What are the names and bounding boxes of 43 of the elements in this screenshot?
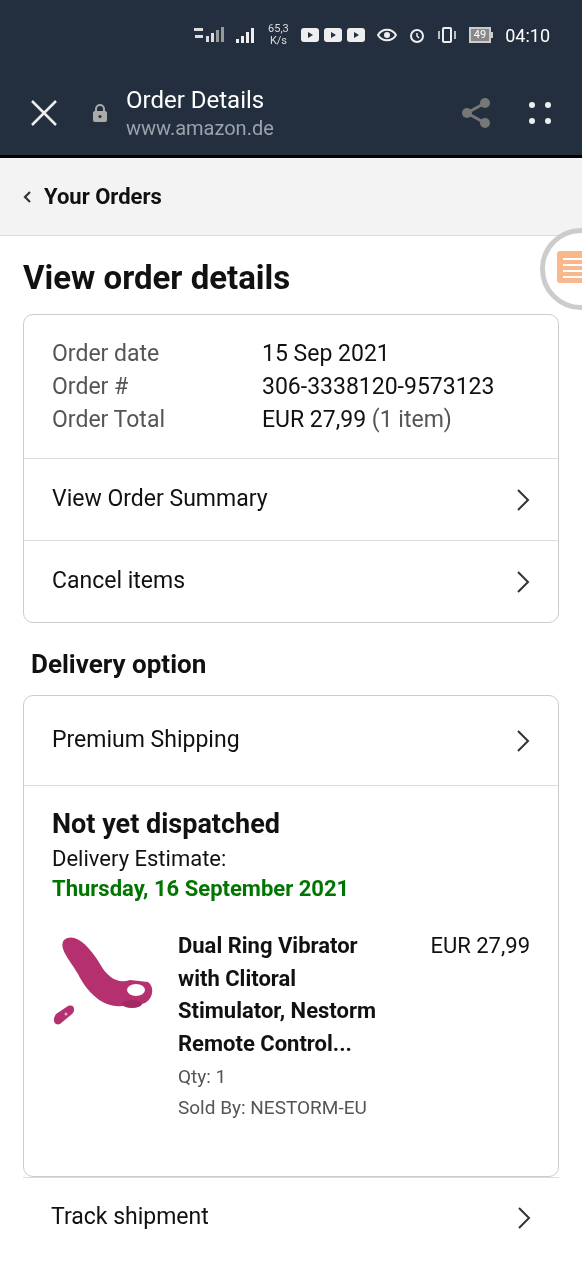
play-icon (323, 28, 342, 42)
close-icon[interactable] (30, 98, 58, 127)
order-link-row[interactable]: View Order Summary (24, 458, 558, 540)
item-price: EUR 27,99 (430, 932, 530, 960)
signal-icon (194, 26, 225, 44)
vibrate-icon (436, 27, 457, 43)
chevron-right-icon (516, 487, 530, 512)
delivery-estimate-label: Delivery Estimate: (52, 845, 228, 873)
chevron-left-icon (22, 189, 32, 204)
alarm-icon (408, 27, 425, 43)
order-link-row[interactable]: Cancel items (24, 540, 558, 622)
back-link[interactable]: Your Orders (22, 180, 162, 213)
order-info-label: Order Total (52, 405, 166, 435)
battery-level: 49 (468, 27, 492, 43)
network-speed: 65,3 (268, 23, 289, 35)
shipment-status: Not yet dispatched (52, 807, 281, 842)
browser-title: Order Details (126, 84, 266, 115)
order-info-label: Order # (52, 372, 130, 402)
track-shipment-row[interactable]: Track shipment (23, 1177, 559, 1257)
lock-icon (92, 102, 108, 123)
menu-icon[interactable] (528, 100, 552, 125)
browser-url: www.amazon.de (126, 114, 274, 141)
chevron-right-icon (516, 728, 530, 753)
section-heading: Delivery option (31, 648, 208, 681)
order-info-label: Order date (52, 339, 161, 369)
delivery-estimate-date: Thursday, 16 September 2021 (52, 875, 351, 903)
clock-time: 04:10 (505, 23, 550, 48)
item-quantity: Qty: 1 (178, 1064, 228, 1090)
speed-unit: K/s (269, 35, 287, 47)
order-info-value: 15 Sep 2021 (262, 339, 391, 369)
play-icon (300, 28, 319, 42)
share-icon[interactable] (460, 96, 492, 129)
play-icon (346, 28, 365, 42)
order-info-value: EUR 27,99 (1 item) (262, 405, 453, 435)
item-seller: Sold By: NESTORM-EU (178, 1095, 368, 1121)
signal-icon (236, 27, 257, 43)
shipping-option-row[interactable]: Premium Shipping (24, 696, 558, 786)
chevron-right-icon (516, 569, 530, 594)
product-title[interactable]: Dual Ring Vibrator with Clitoral Stimulator, Nestorm Remote Control... (178, 930, 392, 1060)
page-title: View order details (23, 258, 292, 298)
eye-icon (376, 28, 397, 42)
chevron-right-icon (517, 1205, 531, 1230)
order-info-value: 306-3338120-9573123 (262, 372, 496, 402)
